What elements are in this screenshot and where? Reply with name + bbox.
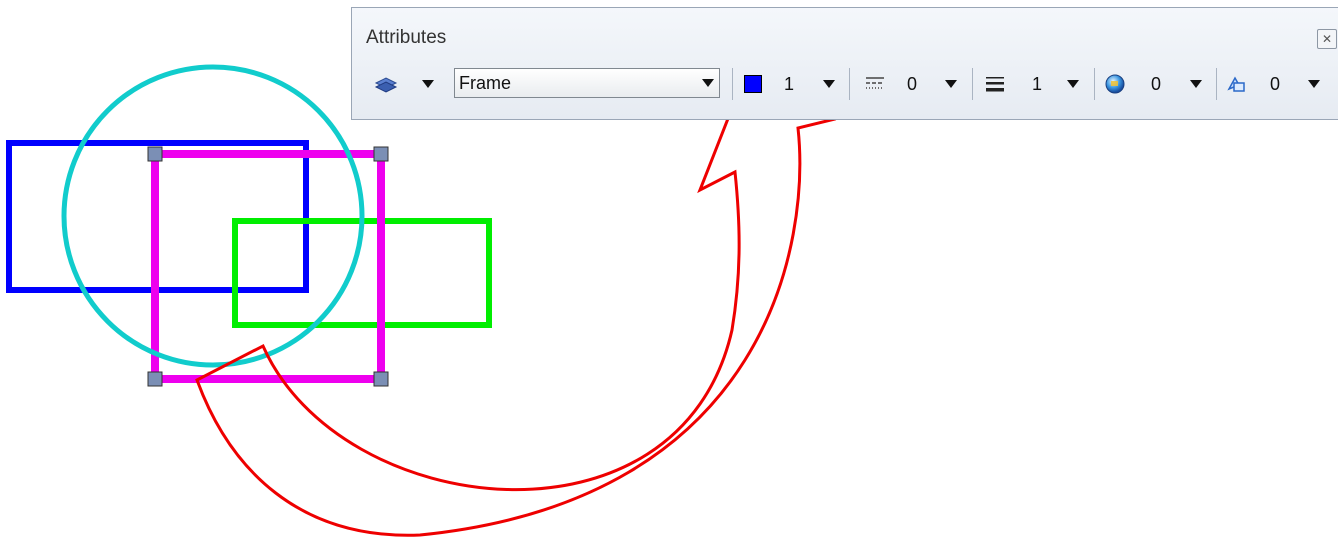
priority-icon xyxy=(1227,76,1245,92)
chevron-down-icon xyxy=(1308,80,1320,88)
handle-bottom-left[interactable] xyxy=(147,371,163,387)
attributes-toolbar: Attributes ✕ Frame 1 0 1 0 0 xyxy=(351,7,1338,120)
level-display-button[interactable] xyxy=(374,64,398,104)
transparency-value: 0 xyxy=(1151,64,1161,104)
line-weight-dropdown[interactable] xyxy=(1067,64,1079,104)
priority-dropdown[interactable] xyxy=(1308,64,1320,104)
line-weight-button[interactable] xyxy=(984,64,1006,104)
chevron-down-icon xyxy=(1190,80,1202,88)
chevron-down-icon xyxy=(823,80,835,88)
color-swatch-icon xyxy=(744,75,762,93)
handle-bottom-right[interactable] xyxy=(373,371,389,387)
priority-value-label: 0 xyxy=(1270,73,1281,94)
line-style-button[interactable] xyxy=(864,64,886,104)
transparency-button[interactable] xyxy=(1104,64,1126,104)
level-select-dropdown[interactable] xyxy=(697,69,719,97)
chevron-down-icon xyxy=(1067,80,1079,88)
line-style-value-label: 0 xyxy=(907,73,918,94)
separator xyxy=(732,68,733,100)
transparency-icon xyxy=(1105,74,1125,94)
priority-button[interactable] xyxy=(1225,64,1247,104)
priority-value: 0 xyxy=(1270,64,1280,104)
chevron-down-icon xyxy=(422,80,434,88)
color-swatch[interactable] xyxy=(744,64,762,104)
level-select-value: Frame xyxy=(459,72,512,93)
chevron-down-icon xyxy=(702,79,714,87)
line-style-dropdown[interactable] xyxy=(945,64,957,104)
cyan-circle[interactable] xyxy=(61,64,365,368)
transparency-dropdown[interactable] xyxy=(1190,64,1202,104)
line-style-value: 0 xyxy=(907,64,917,104)
level-display-dropdown[interactable] xyxy=(422,64,434,104)
transparency-value-label: 0 xyxy=(1151,73,1162,94)
line-weight-value-label: 1 xyxy=(1032,73,1043,94)
color-value-label: 1 xyxy=(784,73,795,94)
handle-top-left[interactable] xyxy=(147,146,163,162)
color-dropdown[interactable] xyxy=(823,64,835,104)
line-weight-icon xyxy=(986,77,1004,92)
separator xyxy=(1094,68,1095,100)
magenta-rectangle[interactable] xyxy=(151,150,385,383)
level-display-icon xyxy=(374,77,398,93)
attributes-row: Frame 1 0 1 0 0 xyxy=(352,64,1338,104)
chevron-down-icon xyxy=(945,80,957,88)
handle-top-right[interactable] xyxy=(373,146,389,162)
toolbar-title: Attributes xyxy=(366,27,447,48)
line-weight-value: 1 xyxy=(1032,64,1042,104)
line-style-icon xyxy=(866,77,884,89)
color-value: 1 xyxy=(784,64,794,104)
separator xyxy=(1216,68,1217,100)
close-icon[interactable]: ✕ xyxy=(1317,29,1337,49)
separator xyxy=(972,68,973,100)
separator xyxy=(849,68,850,100)
level-select[interactable]: Frame xyxy=(454,68,720,98)
